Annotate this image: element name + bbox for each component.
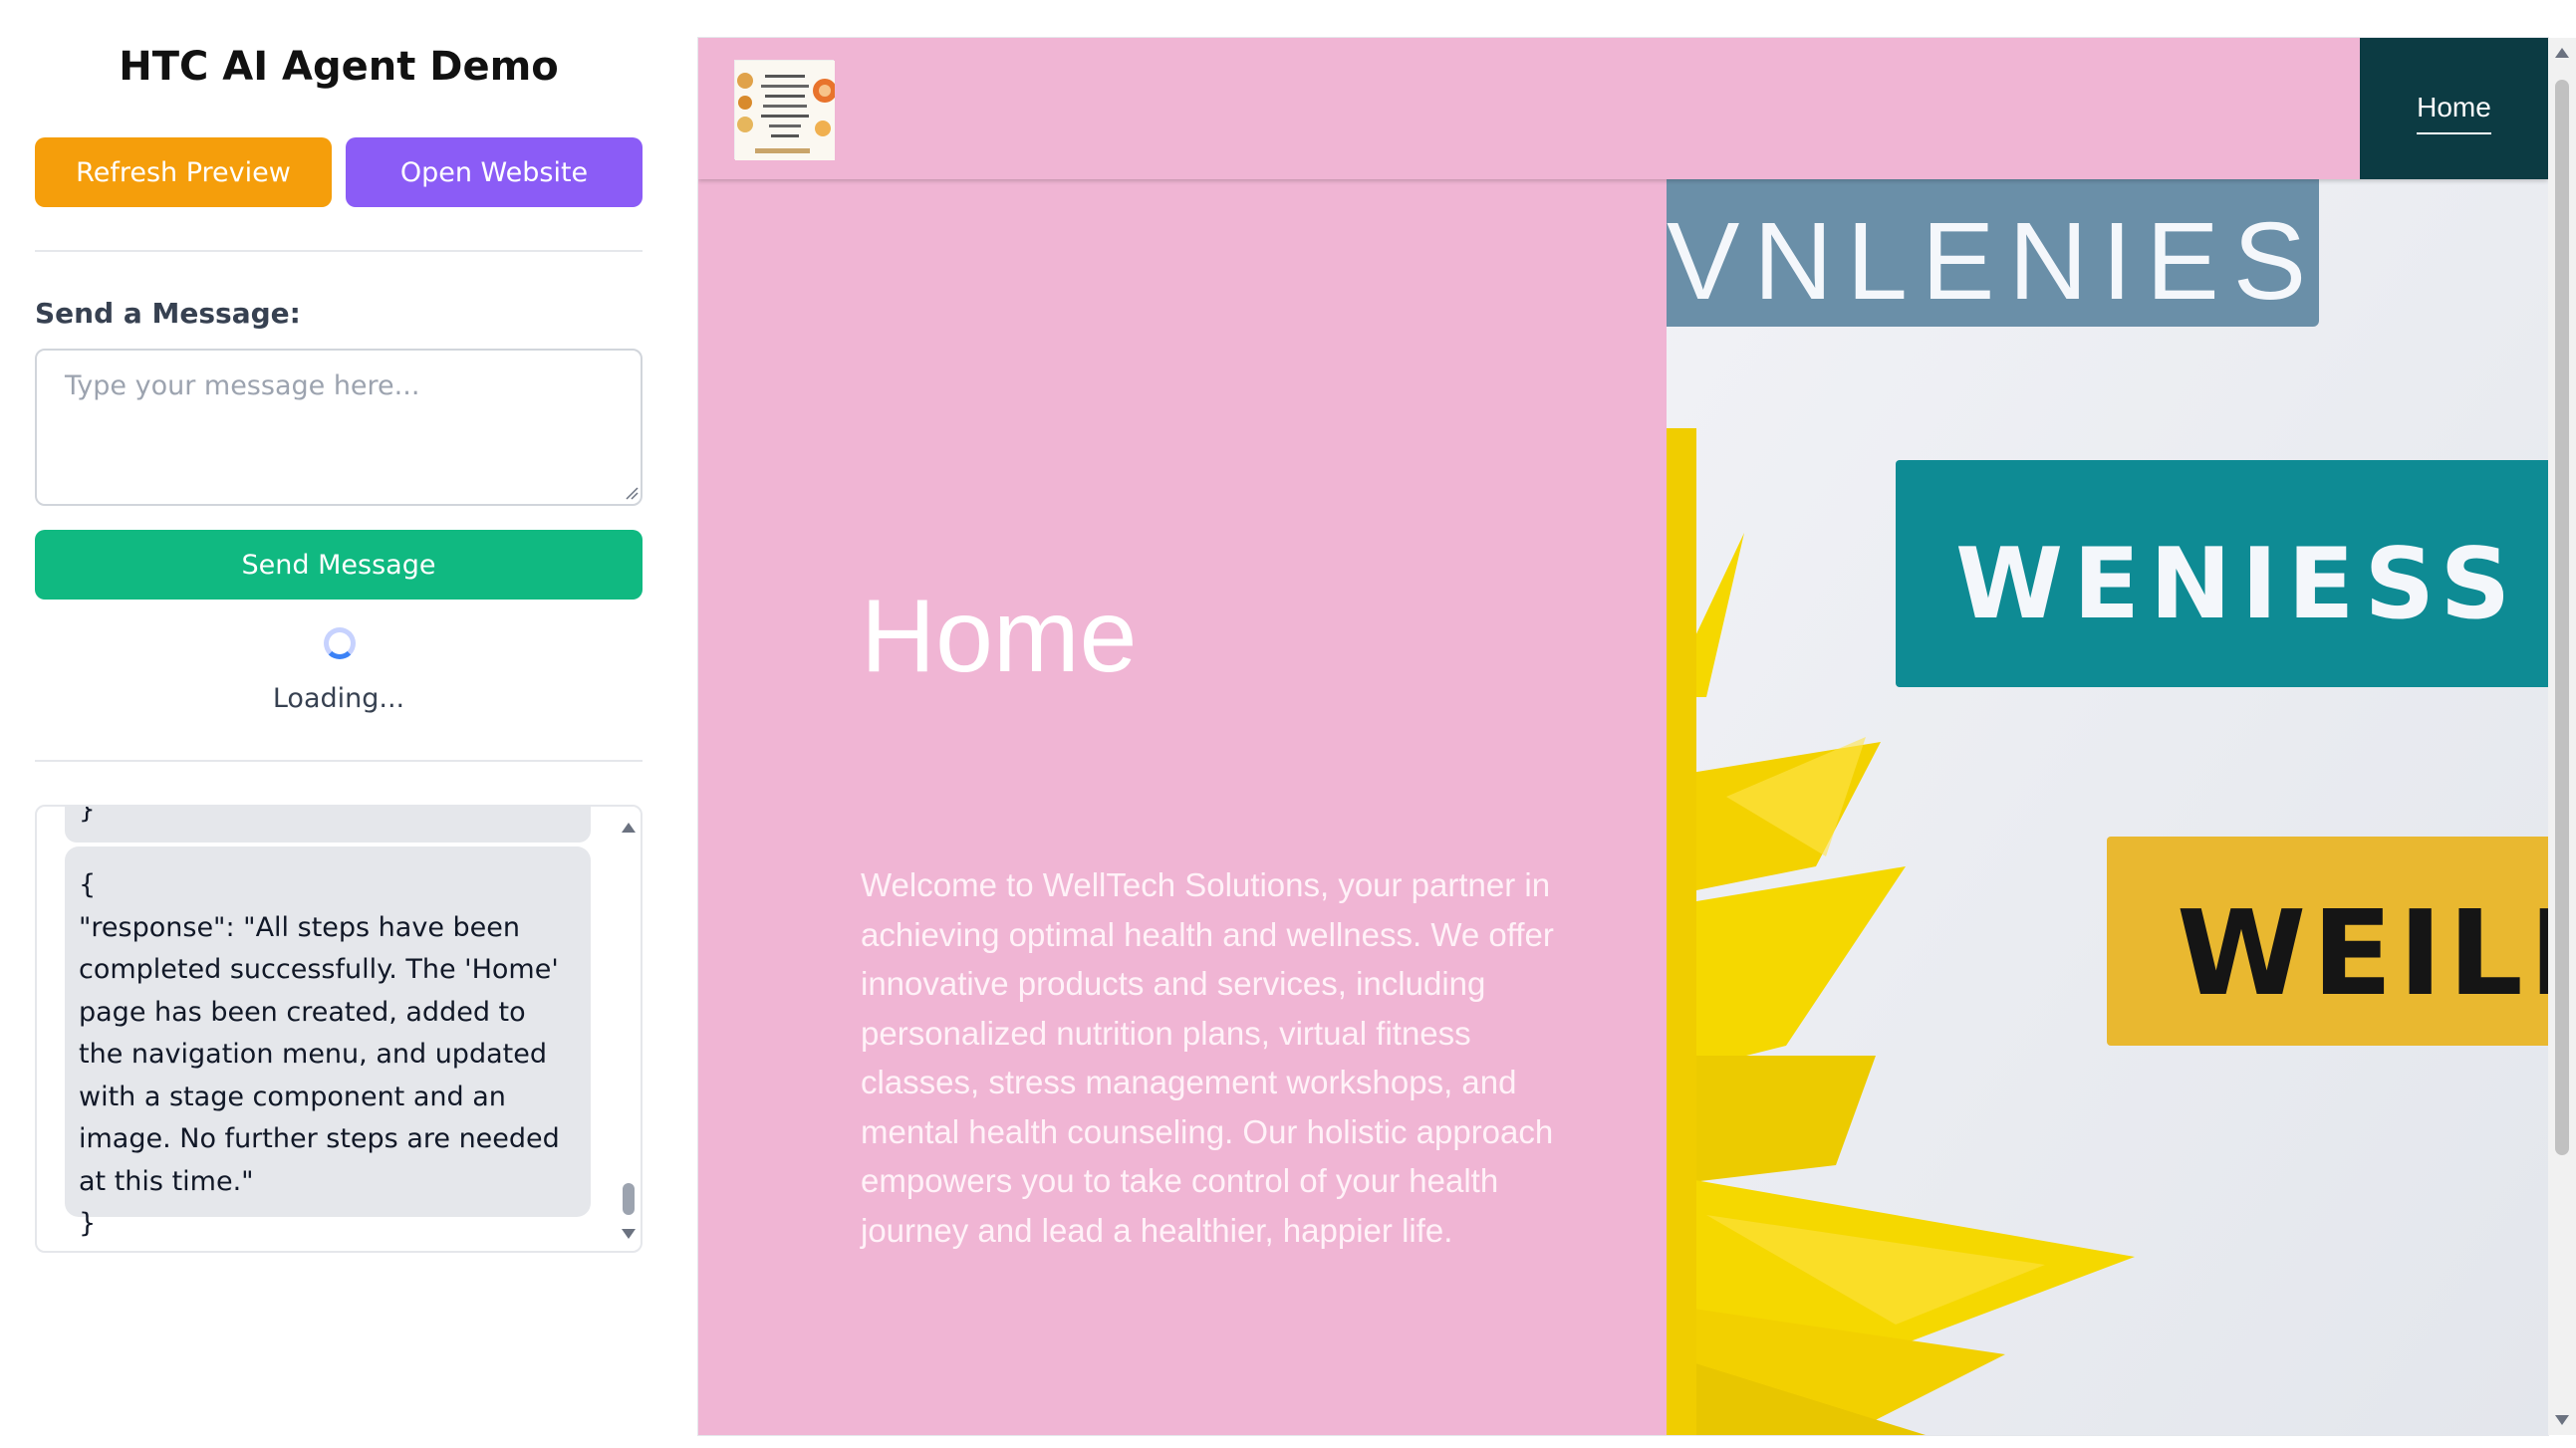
chat-message-previous: } <box>65 805 591 843</box>
nav-active-indicator <box>2417 132 2491 134</box>
wellness-signs-image: VNLENIES WENIESS WEILN <box>1667 179 2548 1435</box>
scroll-down-arrow-icon[interactable] <box>2554 1413 2570 1427</box>
app-title: HTC AI Agent Demo <box>119 44 559 90</box>
wellness-logo-icon <box>735 61 837 160</box>
agent-control-panel: HTC AI Agent Demo Refresh Preview Open W… <box>35 0 643 1448</box>
send-message-label: Send a Message: <box>35 297 301 330</box>
page-scrollbar[interactable] <box>2548 38 2576 1435</box>
sign-1-text: VNLENIES <box>1667 200 2320 323</box>
divider <box>35 250 643 252</box>
loading-text: Loading... <box>272 683 405 714</box>
loading-spinner-icon <box>324 627 356 659</box>
chat-scrollbar[interactable] <box>617 807 641 1251</box>
scroll-up-arrow-icon[interactable] <box>2554 46 2570 60</box>
message-input[interactable] <box>35 349 643 506</box>
scroll-up-arrow-icon[interactable] <box>621 821 637 835</box>
chat-message-text: } <box>79 805 96 825</box>
hero-description: Welcome to WellTech Solutions, your part… <box>861 866 1554 1249</box>
hero-title: Home <box>861 579 1138 694</box>
hero-stage: Home Welcome to WellTech Solutions, your… <box>698 179 1667 1435</box>
site-nav: Home <box>2360 38 2548 179</box>
chat-scroll-thumb[interactable] <box>623 1183 635 1215</box>
chat-message: { "response": "All steps have been compl… <box>65 846 591 1239</box>
nav-item-home[interactable]: Home <box>2360 92 2548 123</box>
hero-image: VNLENIES WENIESS WEILN <box>1667 179 2548 1435</box>
website-preview: Home Home Welcome to WellTech Solutions,… <box>698 38 2548 1435</box>
site-logo[interactable] <box>734 60 837 160</box>
app-window: HTC AI Agent Demo Refresh Preview Open W… <box>0 0 2576 1448</box>
chat-history[interactable]: } { "response": "All steps have been com… <box>35 805 643 1253</box>
page-scroll-thumb[interactable] <box>2555 80 2569 1155</box>
scroll-down-arrow-icon[interactable] <box>621 1227 637 1241</box>
refresh-preview-button[interactable]: Refresh Preview <box>35 137 332 207</box>
sign-2-text: WENIESS <box>1955 528 2520 641</box>
site-header: Home <box>698 38 2548 179</box>
sign-3-text: WEILN <box>2177 884 2548 1022</box>
divider <box>35 760 643 762</box>
open-website-button[interactable]: Open Website <box>346 137 643 207</box>
resize-handle-icon[interactable] <box>625 486 639 500</box>
send-message-button[interactable]: Send Message <box>35 530 643 600</box>
